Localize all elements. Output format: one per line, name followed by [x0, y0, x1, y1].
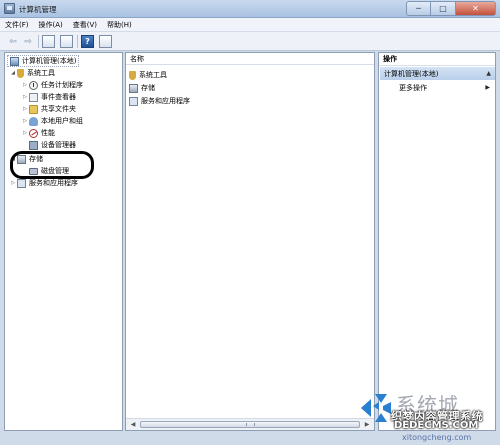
tree-label: 设备管理器	[41, 141, 76, 149]
tree-item-task-scheduler[interactable]: ▷ 任务计划程序	[21, 79, 83, 91]
menu-help[interactable]: 帮助(H)	[102, 20, 137, 30]
horizontal-scrollbar[interactable]: ◀ ▶	[126, 418, 374, 430]
tree-label: 任务计划程序	[41, 81, 83, 89]
list-item[interactable]: 存储	[129, 82, 155, 94]
collapsed-arrow-icon[interactable]: ▷	[21, 118, 29, 124]
tree-item-shared-folders[interactable]: ▷ 共享文件夹	[21, 103, 76, 115]
submenu-arrow-icon[interactable]: ▶	[485, 84, 490, 91]
back-button[interactable]: ⇦	[6, 35, 20, 48]
forward-button[interactable]: ⇨	[21, 35, 35, 48]
window-controls: ─ □ ✕	[406, 1, 496, 16]
tree-item-performance[interactable]: ▷ 性能	[21, 127, 55, 139]
storage-icon	[129, 83, 138, 93]
actions-section-label: 计算机管理(本地)	[384, 69, 439, 78]
menu-action[interactable]: 操作(A)	[34, 20, 68, 30]
tree-label: 性能	[41, 129, 55, 137]
details-pane: 名称 系统工具 存储 服务和应用程序 ◀ ▶	[125, 52, 375, 431]
annotation-circle	[10, 151, 94, 179]
list-item-label: 存储	[141, 84, 155, 92]
collapsed-arrow-icon[interactable]: ▷	[21, 82, 29, 88]
expanded-arrow-icon[interactable]: ◢	[9, 70, 17, 76]
computer-management-window: 计算机管理 ─ □ ✕ 文件(F) 操作(A) 查看(V) 帮助(H) ⇦ ⇨ …	[0, 0, 500, 445]
collapsed-arrow-icon[interactable]: ▷	[9, 180, 17, 186]
list-item[interactable]: 服务和应用程序	[129, 95, 190, 107]
actions-header: 操作	[379, 53, 495, 66]
title-bar: 计算机管理 ─ □ ✕	[0, 0, 500, 18]
collapsed-arrow-icon[interactable]: ▷	[21, 106, 29, 112]
tree-label: 本地用户和组	[41, 117, 83, 125]
toolbar-separator	[38, 35, 39, 48]
tree-label: 系统工具	[27, 69, 55, 77]
system-tools-icon	[129, 70, 136, 80]
users-icon	[29, 116, 38, 126]
watermark-domain: DEDECMS.COM	[394, 420, 479, 431]
toolbar: ⇦ ⇨ ?	[0, 32, 500, 51]
menu-file[interactable]: 文件(F)	[0, 20, 34, 30]
list-item[interactable]: 系统工具	[129, 69, 167, 81]
shared-folder-icon	[29, 104, 38, 114]
event-log-icon	[29, 92, 38, 102]
list-item-label: 系统工具	[139, 71, 167, 79]
scroll-left-icon[interactable]: ◀	[127, 419, 139, 430]
tree-item-device-manager[interactable]: 设备管理器	[29, 139, 76, 151]
actions-section-header[interactable]: 计算机管理(本地) ▲	[380, 67, 495, 80]
watermark-url: xitongcheng.com	[402, 433, 472, 442]
performance-icon	[29, 128, 38, 138]
tree-item-root[interactable]: 计算机管理(本地)	[7, 55, 80, 67]
show-hide-action-pane-icon[interactable]	[99, 35, 112, 48]
help-button[interactable]: ?	[81, 35, 94, 48]
computer-management-icon	[4, 3, 15, 14]
show-hide-console-tree-icon[interactable]	[42, 35, 55, 48]
menu-bar: 文件(F) 操作(A) 查看(V) 帮助(H)	[0, 18, 500, 32]
actions-pane: 操作 计算机管理(本地) ▲ 更多操作 ▶	[378, 52, 496, 431]
tree-label: 计算机管理(本地)	[22, 57, 77, 65]
more-actions-item[interactable]: 更多操作	[399, 83, 427, 93]
tree-label: 共享文件夹	[41, 105, 76, 113]
services-icon	[129, 96, 138, 106]
column-header-name[interactable]: 名称	[126, 53, 374, 65]
collapsed-arrow-icon[interactable]: ▷	[21, 130, 29, 136]
toolbar-separator	[77, 35, 78, 48]
system-tools-icon	[17, 68, 24, 78]
services-icon	[17, 178, 26, 188]
clock-icon	[29, 80, 38, 90]
export-list-icon[interactable]	[60, 35, 73, 48]
collapsed-arrow-icon[interactable]: ▷	[21, 94, 29, 100]
window-title: 计算机管理	[19, 5, 57, 14]
collapse-caret-icon[interactable]: ▲	[486, 70, 491, 77]
menu-view[interactable]: 查看(V)	[68, 20, 102, 30]
scrollbar-grip	[246, 423, 255, 426]
tree-item-local-users[interactable]: ▷ 本地用户和组	[21, 115, 83, 127]
computer-management-icon	[10, 56, 19, 66]
tree-item-event-viewer[interactable]: ▷ 事件查看器	[21, 91, 76, 103]
tree-item-system-tools[interactable]: ◢ 系统工具	[9, 67, 55, 79]
console-tree: 计算机管理(本地) ◢ 系统工具 ▷ 任务计划程序 ▷ 事件查看器 ▷ 共享文件…	[4, 52, 123, 431]
tree-label: 服务和应用程序	[29, 179, 78, 187]
close-button[interactable]: ✕	[456, 1, 496, 16]
list-item-label: 服务和应用程序	[141, 97, 190, 105]
device-manager-icon	[29, 140, 38, 150]
tree-label: 事件查看器	[41, 93, 76, 101]
maximize-button[interactable]: □	[431, 1, 456, 16]
minimize-button[interactable]: ─	[406, 1, 431, 16]
scrollbar-thumb[interactable]	[140, 421, 360, 428]
